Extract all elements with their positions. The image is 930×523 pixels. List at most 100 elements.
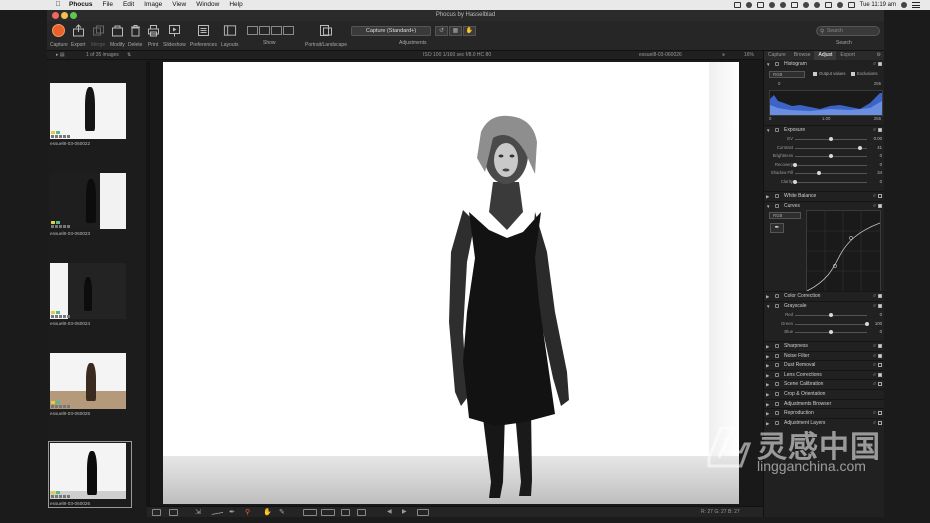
reset-dust-removal-icon[interactable]: ↺ [873, 363, 876, 367]
expand-color-correction-icon[interactable]: ▶ [766, 292, 769, 301]
menu-edit[interactable]: Edit [118, 0, 139, 10]
reproduction-enable-checkbox[interactable] [878, 411, 882, 416]
exposure-slider-recovery[interactable]: Recovery 0 [764, 161, 884, 169]
slider-value[interactable]: 0 [880, 178, 882, 186]
annotation-tool-icon[interactable]: ✎ [279, 509, 288, 516]
preferences-button[interactable]: Preferences [190, 23, 217, 48]
image-viewer[interactable] [150, 61, 763, 506]
reset-reproduction-icon[interactable]: ↺ [873, 411, 876, 415]
bluetooth-icon[interactable] [802, 2, 809, 8]
main-photo[interactable] [163, 62, 739, 504]
modify-button[interactable]: Modify [110, 23, 125, 48]
menu-file[interactable]: File [97, 0, 117, 10]
histogram-graph[interactable] [769, 90, 883, 116]
lens-corrections-enable-checkbox[interactable] [878, 372, 882, 377]
slider-track[interactable] [795, 147, 867, 149]
expand-white-balance-icon[interactable]: ▶ [766, 192, 769, 201]
portrait-landscape-button[interactable]: Portrait/Landscape [305, 23, 347, 48]
slider-knob[interactable] [865, 321, 869, 326]
thumbnail-item[interactable]: essuel8-03-060025 [50, 353, 130, 416]
lens-corrections-section-header[interactable]: ▶ Lens Corrections ↺ [764, 369, 884, 379]
sharpness-section-header[interactable]: ▶ Sharpness ↺ [764, 341, 884, 350]
delete-button[interactable]: Delete [128, 23, 142, 48]
grid-overlay-icon[interactable] [341, 509, 350, 516]
slider-value[interactable]: 41 [877, 144, 882, 152]
menu-view[interactable]: View [167, 0, 191, 10]
zoom-level[interactable]: 16% [744, 51, 754, 60]
notification-center-icon[interactable] [912, 2, 920, 8]
slider-knob[interactable] [829, 154, 833, 158]
hand-icon[interactable]: ✋ [463, 26, 476, 36]
show-layout-1-button[interactable] [247, 26, 258, 35]
grayscale-enable-checkbox[interactable] [878, 304, 882, 308]
dropbox-icon[interactable] [790, 2, 798, 8]
scene-calibration-enable-checkbox[interactable] [878, 382, 882, 387]
exposure-slider-shadow-fill[interactable]: Shadow Fill 34 [764, 169, 884, 177]
histogram-section-header[interactable]: ▼ Histogram ↺ [764, 60, 884, 69]
apple-icon[interactable]:  [52, 0, 64, 10]
histogram-mode-select[interactable]: RGB [769, 71, 805, 78]
single-view-icon[interactable] [152, 509, 161, 516]
exposure-slider-clarity[interactable]: Clarity 0 [764, 178, 884, 186]
slider-track[interactable] [795, 173, 867, 174]
capture-button[interactable]: Capture [50, 23, 68, 48]
reset-white-balance-icon[interactable]: ↺ [873, 194, 876, 198]
fit-view-icon[interactable] [303, 509, 317, 516]
slider-knob[interactable] [857, 145, 862, 150]
exposure-slider-brightness[interactable]: Brightness 0 [764, 152, 884, 160]
thumbnail-item-selected[interactable]: essuel8-03-060026 [48, 441, 132, 508]
slider-value[interactable]: 0.00 [874, 135, 882, 143]
exposure-slider-ev[interactable]: EV 0.00 [764, 135, 884, 143]
noise-filter-enable-checkbox[interactable] [878, 353, 882, 358]
reset-color-correction-icon[interactable]: ↺ [873, 294, 876, 298]
slider-knob[interactable] [829, 137, 833, 141]
reset-sharpness-icon[interactable]: ↺ [873, 344, 876, 348]
display-icon[interactable] [756, 2, 764, 8]
curves-section-header[interactable]: ▼ Curves ↺ [764, 201, 884, 210]
sort-icon[interactable]: ⇅ [127, 51, 131, 60]
apply-adjustments-icon[interactable]: ▦ [449, 26, 462, 36]
loupe-tool-icon[interactable]: ⚲ [245, 509, 254, 516]
show-layout-4-button[interactable] [283, 26, 294, 35]
screen-icon[interactable] [733, 2, 741, 8]
tab-browse[interactable]: Browse [790, 51, 815, 60]
search-input[interactable]: ⚲ Search [816, 26, 880, 36]
adjustments-browser-section-header[interactable]: ▶ Adjustments Browser [764, 398, 884, 408]
record-icon[interactable] [745, 2, 752, 8]
exposure-section-header[interactable]: ▼ Exposure ↺ [764, 125, 884, 134]
eyedropper-icon[interactable]: ✒ [229, 509, 238, 516]
hand-tool-icon[interactable]: ✋ [263, 509, 272, 516]
wifi-icon[interactable] [813, 2, 820, 8]
battery-icon[interactable] [847, 2, 855, 8]
dust-removal-enable-checkbox[interactable] [878, 363, 882, 368]
collapse-exposure-icon[interactable]: ▼ [766, 126, 770, 135]
grayscale-slider-red[interactable]: Red 0 [764, 311, 884, 319]
fullscreen-icon[interactable] [417, 509, 429, 516]
export-button[interactable]: Export [71, 23, 85, 48]
crop-orientation-section-header[interactable]: ▶ Crop & Orientation [764, 389, 884, 398]
output-values-checkbox[interactable] [813, 72, 817, 76]
slider-track[interactable] [795, 323, 867, 325]
collapse-grayscale-icon[interactable]: ▼ [766, 302, 770, 311]
white-balance-section-header[interactable]: ▶ White Balance ↺ [764, 191, 884, 200]
actual-size-icon[interactable] [321, 509, 335, 516]
slider-value[interactable]: 34 [877, 169, 882, 177]
exposure-enable-checkbox[interactable] [878, 128, 882, 132]
slider-value[interactable]: 0 [880, 311, 882, 319]
curves-graph[interactable] [806, 210, 881, 292]
reset-lens-corrections-icon[interactable]: ↺ [873, 372, 876, 377]
tab-capture[interactable]: Capture [764, 51, 790, 60]
scene-calibration-section-header[interactable]: ▶ Scene Calibration ↺ [764, 379, 884, 388]
slider-value[interactable]: 0 [880, 161, 882, 169]
curves-eyedropper-icon[interactable]: ✒ [770, 223, 784, 233]
mask-overlay-icon[interactable] [357, 509, 366, 516]
reproduction-section-header[interactable]: ▶ Reproduction ↺ [764, 408, 884, 417]
merge-button[interactable]: Merge [91, 23, 105, 48]
menu-app[interactable]: Phocus [64, 0, 97, 10]
slider-track[interactable] [795, 164, 867, 166]
adjustment-preset-select[interactable]: Capture (Standard+) [351, 26, 431, 36]
reset-grayscale-icon[interactable]: ↺ [873, 304, 876, 308]
menu-image[interactable]: Image [139, 0, 167, 10]
exposure-slider-contrast[interactable]: Contrast 41 [764, 144, 884, 152]
slider-knob[interactable] [817, 171, 822, 175]
